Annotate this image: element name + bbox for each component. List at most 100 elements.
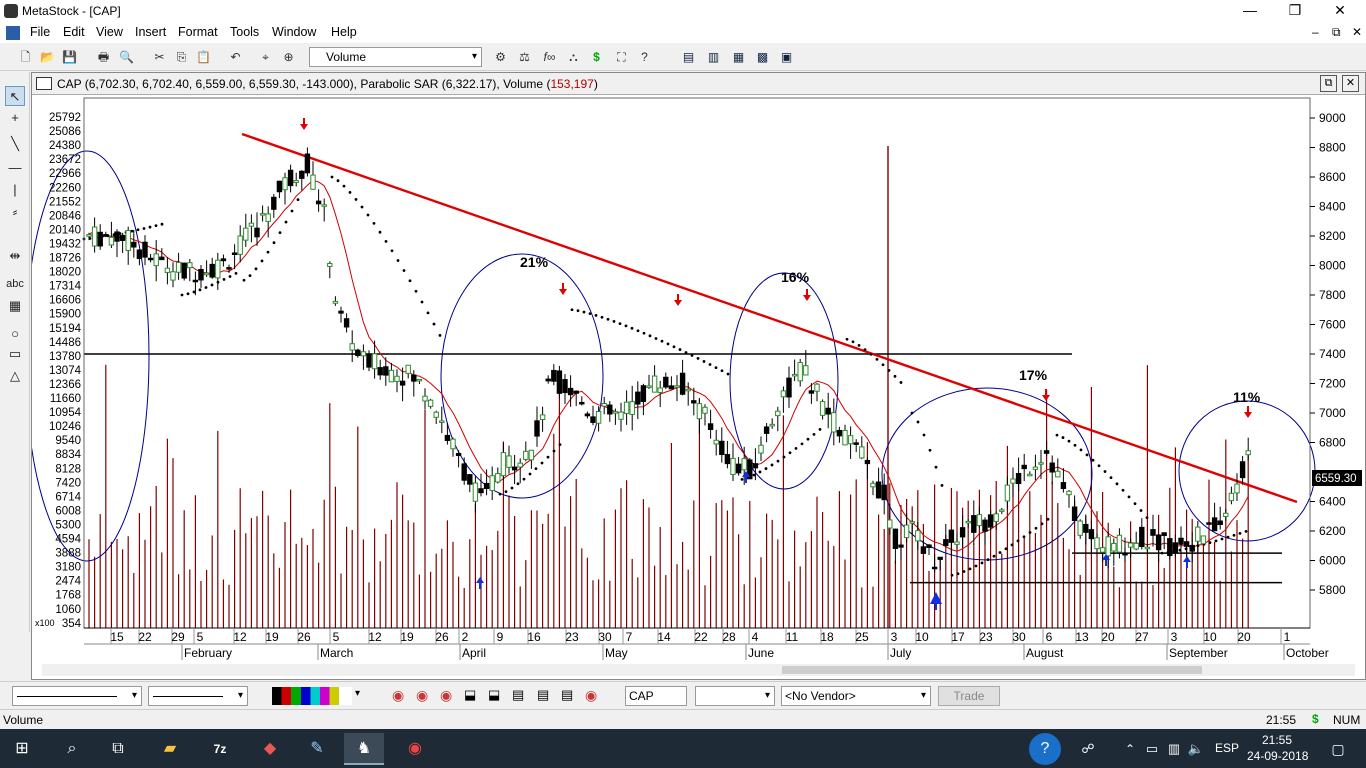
zoom-icon[interactable]: ⊕ (279, 48, 298, 67)
menu-format[interactable]: Format (178, 25, 218, 39)
menu-file[interactable]: File (30, 25, 50, 39)
maximize-button[interactable]: ❐ (1275, 2, 1315, 19)
people-icon[interactable]: ☍ (1068, 733, 1108, 765)
layout-icon-d[interactable]: ▤ (537, 687, 549, 703)
explorer-icon[interactable]: ⛶ (612, 48, 631, 67)
sar-dot (180, 293, 184, 297)
line-weight-select[interactable]: ▾ (148, 686, 248, 706)
task-view-icon[interactable]: ⧉ (98, 733, 138, 765)
chart-restore-button[interactable]: ⧉ (1320, 75, 1337, 92)
palette-chevron-icon[interactable]: ▾ (355, 688, 360, 699)
new-file-icon[interactable]: 🗋 (16, 48, 35, 67)
indicator-select[interactable]: Volume ▾ (309, 47, 482, 67)
fibonacci-icon[interactable]: ⸗ (5, 202, 25, 222)
copy-icon[interactable]: ⎘ (172, 48, 191, 67)
app-menu-icon[interactable] (6, 26, 20, 40)
cascade-icon[interactable]: ▤ (679, 48, 698, 67)
triangle-icon[interactable]: △ (5, 366, 25, 386)
layout-icon-a[interactable]: ⬓ (464, 687, 476, 703)
tile-vertical-icon[interactable]: ▥ (704, 48, 723, 67)
paint-icon[interactable]: ✎ (297, 733, 337, 765)
chrome-icon-4[interactable]: ◉ (585, 687, 597, 704)
indicator-builder-icon[interactable]: ⚖ (515, 48, 534, 67)
chrome-icon[interactable]: ◉ (392, 687, 404, 704)
sar-dot (588, 312, 592, 316)
mdi-close-button[interactable]: ✕ (1352, 25, 1362, 39)
candle-body (556, 370, 563, 394)
day-label: 13 (1075, 630, 1089, 644)
metastock-task-icon[interactable]: ♞ (344, 733, 384, 765)
app-icon-1[interactable]: ◆ (250, 733, 290, 765)
chrome-icon-3[interactable]: ◉ (440, 687, 452, 704)
undo-icon[interactable]: ↶ (226, 48, 245, 67)
cycle-lines-icon[interactable]: ⇹ (5, 246, 25, 266)
trade-button[interactable]: Trade (938, 686, 1000, 706)
close-button[interactable]: ✕ (1320, 2, 1360, 19)
windows-start-icon[interactable]: ⊞ (2, 733, 42, 765)
day-label: 11 (786, 630, 799, 644)
help-pointer-icon[interactable]: ? (635, 48, 654, 67)
menu-view[interactable]: View (96, 25, 123, 39)
line-style-select[interactable]: ▾ (12, 686, 142, 706)
sar-dot (612, 320, 616, 323)
search-icon[interactable]: ⌕ (52, 733, 92, 765)
crosshair-icon[interactable]: ⌖ (256, 48, 275, 67)
volume-icon[interactable]: 🔈 (1176, 733, 1216, 765)
ellipse-icon[interactable]: ○ (5, 324, 25, 344)
symbol-field[interactable]: CAP (625, 686, 687, 706)
dollar-icon[interactable]: $ (587, 48, 606, 67)
expert-icon[interactable]: ⚙ (491, 48, 510, 67)
layout-icon-c[interactable]: ▤ (512, 687, 524, 703)
color-palette[interactable] (272, 687, 352, 705)
system-tester-icon[interactable]: ⛬ (564, 48, 583, 67)
cut-icon[interactable]: ✂ (150, 48, 169, 67)
table-tool-icon[interactable]: ▦ (5, 296, 25, 316)
menu-insert[interactable]: Insert (135, 25, 166, 39)
chart-close-button[interactable]: ✕ (1342, 75, 1359, 92)
sar-dot (770, 463, 774, 467)
mdi-restore-button[interactable]: ⧉ (1332, 25, 1341, 40)
menu-edit[interactable]: Edit (63, 25, 85, 39)
print-preview-icon[interactable]: 🔍 (117, 48, 136, 67)
chrome-icon-2[interactable]: ◉ (416, 687, 428, 704)
candle-body (271, 196, 277, 210)
sar-dot (980, 561, 984, 565)
notifications-icon[interactable]: ▢ (1318, 733, 1358, 765)
vertical-line-icon[interactable]: | (5, 180, 25, 200)
candle-body (691, 400, 697, 404)
vendor-select[interactable]: <No Vendor> ▾ (781, 686, 931, 706)
open-folder-icon[interactable]: 📂 (38, 48, 57, 67)
layout-icon-e[interactable]: ▤ (561, 687, 573, 703)
paste-icon[interactable]: 📋 (194, 48, 213, 67)
language-indicator[interactable]: ESP (1215, 741, 1239, 755)
print-icon[interactable]: 🖶 (94, 48, 113, 67)
layout-icon[interactable]: ▣ (777, 48, 796, 67)
text-tool-icon[interactable]: abc (5, 274, 25, 294)
7zip-icon[interactable]: 7z (200, 733, 240, 765)
crosshair-tool-icon[interactable]: + (5, 108, 25, 128)
price-chart[interactable]: 21%16%17%11% 257922508624380236722296622… (32, 96, 1365, 680)
chart-window[interactable]: CAP (6,702.30, 6,702.40, 6,559.00, 6,559… (31, 72, 1366, 680)
mdi-minimize-button[interactable]: – (1312, 25, 1319, 39)
day-label: 3 (891, 630, 898, 644)
tile-horizontal-icon[interactable]: ▦ (729, 48, 748, 67)
help-icon[interactable]: ? (1029, 733, 1061, 765)
candle-body (433, 411, 439, 418)
menu-help[interactable]: Help (331, 25, 357, 39)
rectangle-icon[interactable]: ▭ (5, 344, 25, 364)
horizontal-line-icon[interactable]: — (5, 158, 25, 178)
sar-dot (950, 573, 954, 577)
menu-window[interactable]: Window (272, 25, 316, 39)
formula-icon[interactable]: f∞ (540, 48, 559, 67)
save-icon[interactable]: 💾 (60, 48, 79, 67)
trendline-icon[interactable]: ╲ (5, 134, 25, 154)
file-explorer-icon[interactable]: ▰ (150, 733, 190, 765)
period-select[interactable]: ▾ (695, 686, 775, 706)
chrome-task-icon[interactable]: ◉ (395, 733, 435, 765)
grid-icon[interactable]: ▩ (753, 48, 772, 67)
minimize-button[interactable]: — (1230, 2, 1270, 18)
pointer-icon[interactable]: ↖ (5, 86, 25, 106)
menu-tools[interactable]: Tools (230, 25, 259, 39)
volume-axis-label: 8834 (55, 449, 81, 461)
layout-icon-b[interactable]: ⬓ (488, 687, 500, 703)
